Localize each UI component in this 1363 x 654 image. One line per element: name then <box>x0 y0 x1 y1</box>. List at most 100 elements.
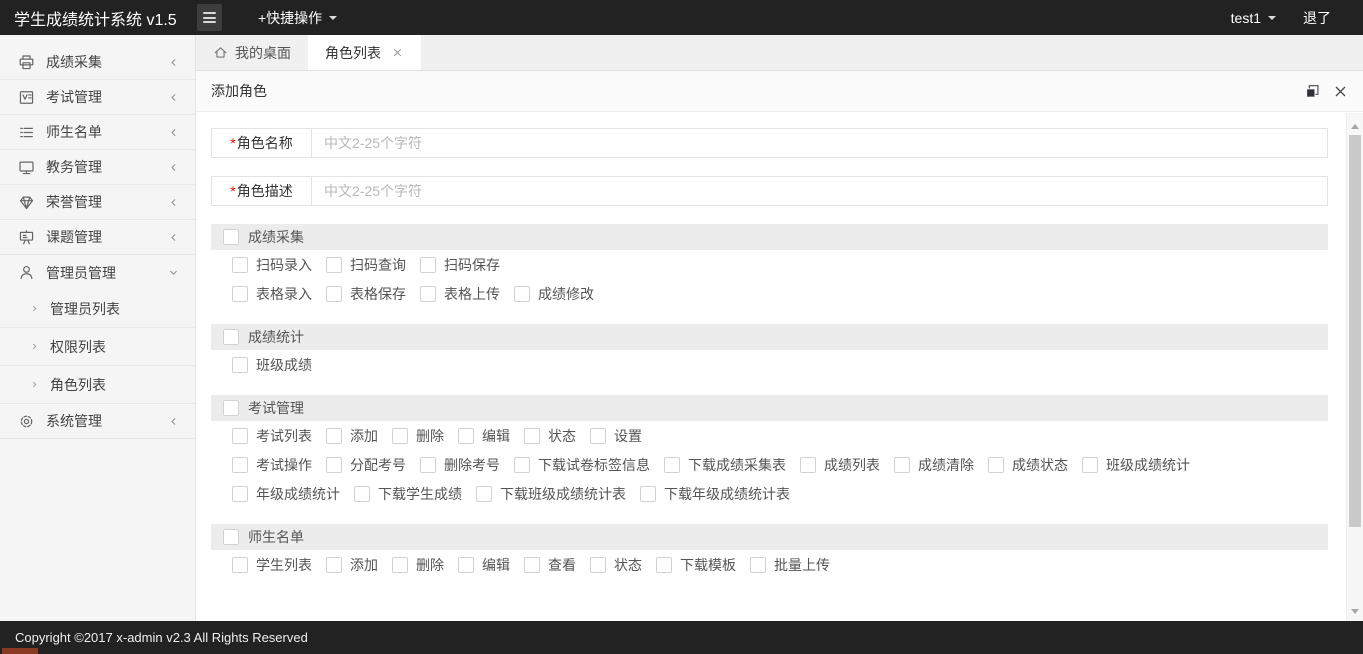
scroll-up-arrow-icon[interactable] <box>1351 120 1359 129</box>
panel-title: 添加角色 <box>211 83 267 99</box>
perm-checkbox[interactable] <box>750 556 766 573</box>
sidebar-item-label: 师生名单 <box>46 124 102 140</box>
sidebar-subitem-label: 管理员列表 <box>50 300 120 317</box>
chevron-left-icon <box>167 161 180 174</box>
perm-checkbox[interactable] <box>392 427 408 444</box>
perm-checkbox[interactable] <box>524 427 540 444</box>
perm-checkbox[interactable] <box>420 256 436 273</box>
sidebar-item-label: 荣誉管理 <box>46 194 102 210</box>
perm-label: 下载学生成绩 <box>378 485 462 502</box>
perm-checkbox[interactable] <box>420 285 436 302</box>
perm-group-header: 成绩统计 <box>211 324 1328 350</box>
perm-checkbox[interactable] <box>232 456 248 473</box>
group-checkbox[interactable] <box>223 229 239 245</box>
perm-checkbox[interactable] <box>354 485 370 502</box>
quick-actions-label: +快捷操作 <box>258 9 323 26</box>
perm-label: 查看 <box>548 556 576 573</box>
perm-checkbox[interactable] <box>232 556 248 573</box>
perm-item: 下载学生成绩 <box>354 484 462 504</box>
perm-item: 考试操作 <box>232 455 312 475</box>
role-desc-input[interactable] <box>312 177 1327 205</box>
group-title: 成绩统计 <box>248 329 304 345</box>
tab-role-list[interactable]: 角色列表 <box>308 35 421 70</box>
perm-checkbox[interactable] <box>514 456 530 473</box>
field-label: * 角色名称 <box>212 129 312 157</box>
sidebar-item-system-management[interactable]: 系统管理 <box>0 404 195 439</box>
perm-checkbox[interactable] <box>800 456 816 473</box>
perm-checkbox[interactable] <box>476 485 492 502</box>
perm-item: 表格保存 <box>326 284 406 304</box>
perm-checkbox[interactable] <box>232 256 248 273</box>
perm-checkbox[interactable] <box>524 556 540 573</box>
perm-item: 添加 <box>326 426 378 446</box>
group-checkbox[interactable] <box>223 329 239 345</box>
group-checkbox[interactable] <box>223 529 239 545</box>
perm-checkbox[interactable] <box>664 456 680 473</box>
perm-checkbox[interactable] <box>232 356 248 373</box>
perm-item: 班级成绩统计 <box>1082 455 1190 475</box>
perm-checkbox[interactable] <box>420 456 436 473</box>
quick-actions-dropdown[interactable]: +快捷操作 <box>258 8 338 28</box>
sidebar-item-honor-management[interactable]: 荣誉管理 <box>0 185 195 220</box>
perm-checkbox[interactable] <box>232 427 248 444</box>
perm-checkbox[interactable] <box>458 427 474 444</box>
perm-checkbox[interactable] <box>326 556 342 573</box>
tab-my-desktop[interactable]: 我的桌面 <box>196 35 308 70</box>
perm-label: 成绩修改 <box>538 285 594 302</box>
scrollbar-thumb[interactable] <box>1349 135 1361 527</box>
sidebar-item-project-management[interactable]: 课题管理 <box>0 220 195 255</box>
perm-item: 成绩修改 <box>514 284 594 304</box>
gear-icon <box>18 413 35 430</box>
perm-checkbox[interactable] <box>590 556 606 573</box>
perm-label: 状态 <box>614 556 642 573</box>
perm-label: 表格上传 <box>444 285 500 302</box>
perm-checkbox[interactable] <box>894 456 910 473</box>
restore-window-icon[interactable] <box>1305 84 1320 99</box>
perm-checkbox[interactable] <box>326 456 342 473</box>
perm-item: 学生列表 <box>232 555 312 575</box>
perm-item: 扫码保存 <box>420 255 500 275</box>
sidebar-subitem-role-list[interactable]: 角色列表 <box>0 366 195 404</box>
perm-checkbox[interactable] <box>326 427 342 444</box>
tab-close-icon[interactable] <box>391 46 404 59</box>
sidebar-item-admin-management[interactable]: 管理员管理 <box>0 255 195 290</box>
caret-down-icon <box>329 15 338 24</box>
perm-checkbox[interactable] <box>326 256 342 273</box>
sidebar-item-exam-management[interactable]: 考试管理 <box>0 80 195 115</box>
perm-item: 成绩列表 <box>800 455 880 475</box>
perm-checkbox[interactable] <box>514 285 530 302</box>
close-panel-icon[interactable] <box>1333 84 1348 99</box>
chevron-down-icon <box>167 266 180 279</box>
sidebar-subitem-admin-list[interactable]: 管理员列表 <box>0 290 195 328</box>
perm-checkbox[interactable] <box>232 485 248 502</box>
perm-group-score-statistics: 成绩统计 班级成绩 <box>211 324 1328 379</box>
perm-checkbox[interactable] <box>1082 456 1098 473</box>
username: test1 <box>1230 9 1261 26</box>
perm-checkbox[interactable] <box>640 485 656 502</box>
perm-checkbox[interactable] <box>590 427 606 444</box>
perm-label: 表格保存 <box>350 285 406 302</box>
scroll-down-arrow-icon[interactable] <box>1351 609 1359 618</box>
vertical-scrollbar[interactable] <box>1346 113 1363 621</box>
perm-checkbox[interactable] <box>232 285 248 302</box>
field-label-text: 角色描述 <box>236 183 293 199</box>
field-label: * 角色描述 <box>212 177 312 205</box>
perm-checkbox[interactable] <box>458 556 474 573</box>
sidebar-item-academic-affairs[interactable]: 教务管理 <box>0 150 195 185</box>
perm-checkbox[interactable] <box>392 556 408 573</box>
app-title: 学生成绩统计系统 v1.5 <box>14 11 177 29</box>
perm-checkbox[interactable] <box>988 456 1004 473</box>
sidebar-toggle-button[interactable] <box>197 4 222 31</box>
sidebar-item-score-collection[interactable]: 成绩采集 <box>0 45 195 80</box>
user-menu[interactable]: test1 <box>1231 10 1276 26</box>
sidebar-item-label: 系统管理 <box>46 413 102 429</box>
perm-item: 成绩状态 <box>988 455 1068 475</box>
perm-checkbox[interactable] <box>656 556 672 573</box>
role-name-input[interactable] <box>312 129 1327 157</box>
sidebar-item-teacher-student-roster[interactable]: 师生名单 <box>0 115 195 150</box>
perm-checkbox[interactable] <box>326 285 342 302</box>
sidebar-subitem-permission-list[interactable]: 权限列表 <box>0 328 195 366</box>
group-checkbox[interactable] <box>223 400 239 416</box>
logout-link[interactable]: 退了 <box>1303 8 1331 28</box>
chevron-right-icon <box>29 379 40 390</box>
